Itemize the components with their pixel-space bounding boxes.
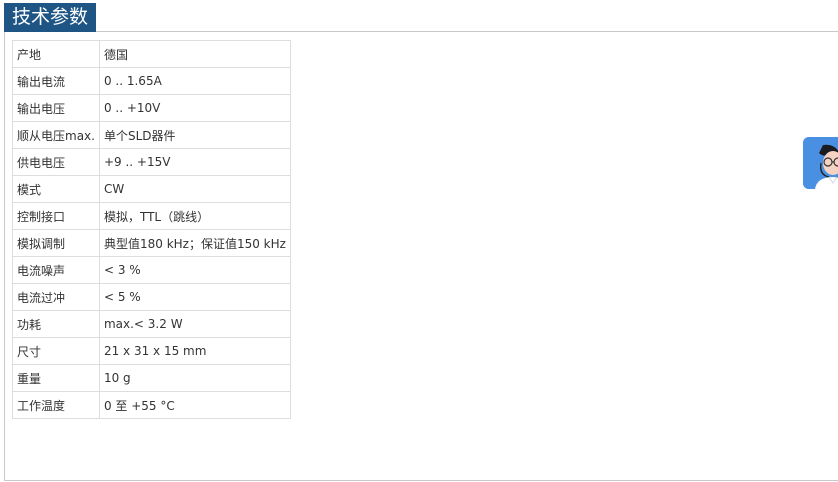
spec-label: 输出电流 <box>12 67 100 95</box>
spec-value: 10 g <box>98 364 291 392</box>
table-row: 供电电压 +9 .. +15V <box>12 148 291 176</box>
table-row: 顺从电压max. 单个SLD器件 <box>12 121 291 149</box>
table-row: 工作温度 0 至 +55 °C <box>12 391 291 419</box>
spec-value: 德国 <box>98 40 291 68</box>
customer-service-button[interactable] <box>803 137 838 189</box>
table-row: 功耗 max.< 3.2 W <box>12 310 291 338</box>
spec-value: 0 .. 1.65A <box>98 67 291 95</box>
spec-label: 供电电压 <box>12 148 100 176</box>
spec-value: 21 x 31 x 15 mm <box>98 337 291 365</box>
spec-label: 产地 <box>12 40 100 68</box>
spec-label: 重量 <box>12 364 100 392</box>
specs-table-body: 产地 德国 输出电流 0 .. 1.65A 输出电压 0 .. +10V 顺从电… <box>12 40 291 419</box>
spec-label: 输出电压 <box>12 94 100 122</box>
spec-label: 模式 <box>12 175 100 203</box>
spec-value: 模拟，TTL（跳线） <box>98 202 291 230</box>
table-row: 尺寸 21 x 31 x 15 mm <box>12 337 291 365</box>
table-row: 模拟调制 典型值180 kHz；保证值150 kHz <box>12 229 291 257</box>
spec-label: 模拟调制 <box>12 229 100 257</box>
section-header <box>4 0 838 32</box>
table-row: 控制接口 模拟，TTL（跳线） <box>12 202 291 230</box>
specs-table: 产地 德国 输出电流 0 .. 1.65A 输出电压 0 .. +10V 顺从电… <box>12 40 291 419</box>
spec-label: 顺从电压max. <box>12 121 100 149</box>
spec-value: < 3 % <box>98 256 291 284</box>
spec-value: < 5 % <box>98 283 291 311</box>
spec-label: 电流噪声 <box>12 256 100 284</box>
spec-value: 单个SLD器件 <box>98 121 291 149</box>
page: 技术参数 产地 德国 输出电流 0 .. 1.65A 输出电压 0 .. +10… <box>0 0 838 482</box>
table-row: 电流过冲 < 5 % <box>12 283 291 311</box>
table-row: 重量 10 g <box>12 364 291 392</box>
table-row: 电流噪声 < 3 % <box>12 256 291 284</box>
spec-label: 电流过冲 <box>12 283 100 311</box>
section-title: 技术参数 <box>4 3 97 32</box>
spec-value: 典型值180 kHz；保证值150 kHz <box>98 229 291 257</box>
spec-value: 0 .. +10V <box>98 94 291 122</box>
spec-value: +9 .. +15V <box>98 148 291 176</box>
spec-label: 控制接口 <box>12 202 100 230</box>
spec-value: 0 至 +55 °C <box>98 391 291 419</box>
table-row: 模式 CW <box>12 175 291 203</box>
spec-label: 功耗 <box>12 310 100 338</box>
table-row: 输出电流 0 .. 1.65A <box>12 67 291 95</box>
table-row: 产地 德国 <box>12 40 291 68</box>
spec-label: 尺寸 <box>12 337 100 365</box>
table-row: 输出电压 0 .. +10V <box>12 94 291 122</box>
spec-label: 工作温度 <box>12 391 100 419</box>
customer-service-avatar-icon <box>803 137 838 189</box>
spec-value: max.< 3.2 W <box>98 310 291 338</box>
spec-value: CW <box>98 175 291 203</box>
